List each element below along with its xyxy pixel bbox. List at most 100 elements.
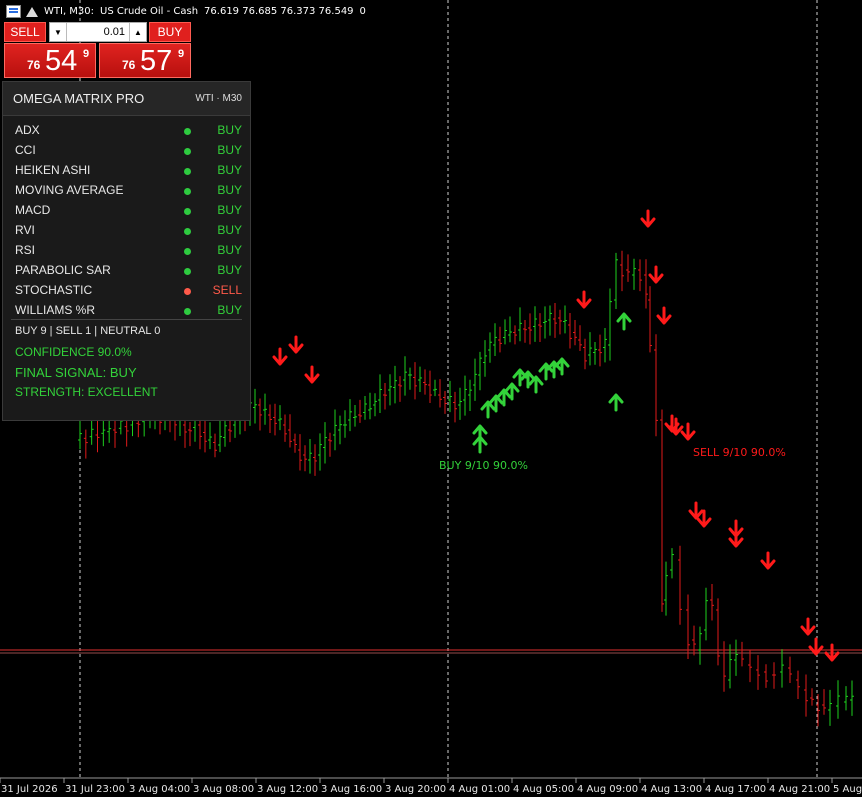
indicator-row: RVI BUY	[3, 220, 250, 240]
panel-title: OMEGA MATRIX PRO	[13, 91, 145, 106]
chart-title-bar: WTI, M30: US Crude Oil - Cash 76.619 76.…	[0, 0, 372, 22]
status-dot-icon	[184, 248, 191, 255]
buy-annotation: BUY 9/10 90.0%	[439, 459, 528, 472]
axis-tick-label: 5 Aug 0	[833, 784, 862, 795]
lot-increase-icon[interactable]: ▲	[129, 23, 146, 41]
title-symbol: WTI, M30:	[44, 5, 95, 17]
indicator-name: STOCHASTIC	[15, 283, 93, 297]
axis-tick-label: 3 Aug 20:00	[385, 784, 446, 795]
signal-arrows	[272, 209, 840, 662]
indicator-name: MACD	[15, 203, 51, 217]
vote-counts: BUY 9 | SELL 1 | NEUTRAL 0	[15, 325, 161, 337]
indicator-name: RSI	[15, 243, 36, 257]
axis-tick-label: 4 Aug 01:00	[449, 784, 510, 795]
indicator-row: MACD BUY	[3, 200, 250, 220]
buy-arrow-icon	[504, 382, 520, 401]
buy-arrow-icon	[608, 393, 624, 412]
time-axis: 31 Jul 2026 31 Jul 23:00 3 Aug 04:00 3 Aug …	[0, 777, 862, 795]
buy-arrow-icon	[528, 375, 544, 394]
axis-tick-label: 4 Aug 17:00	[705, 784, 766, 795]
axis-tick-label: 4 Aug 09:00	[577, 784, 638, 795]
indicator-name: RVI	[15, 223, 35, 237]
sell-price-main: 54	[45, 45, 78, 77]
sell-arrow-icon	[576, 290, 592, 309]
sell-arrow-icon	[680, 422, 696, 441]
chart-window-icon	[6, 4, 21, 18]
status-dot-icon	[184, 148, 191, 155]
strength-text: STRENGTH: EXCELLENT	[15, 385, 158, 399]
panel-header: OMEGA MATRIX PRO WTI · M30	[3, 82, 250, 116]
indicator-row: CCI BUY	[3, 140, 250, 160]
indicator-name: MOVING AVERAGE	[15, 183, 124, 197]
indicator-row: RSI BUY	[3, 240, 250, 260]
indicator-row: PARABOLIC SAR BUY	[3, 260, 250, 280]
indicator-row: STOCHASTIC SELL	[3, 280, 250, 300]
confidence-text: CONFIDENCE 90.0%	[15, 345, 132, 359]
buy-price-button[interactable]: 76 57 9	[99, 43, 191, 78]
axis-tick-label: 3 Aug 04:00	[129, 784, 190, 795]
sell-price-prefix: 76	[27, 58, 41, 72]
sell-button[interactable]: SELL	[4, 22, 46, 42]
lot-size-stepper[interactable]: ▼ 0.01 ▲	[49, 22, 147, 42]
axis-tick-label: 4 Aug 21:00	[769, 784, 830, 795]
axis-tick-label: 31 Jul 2026	[1, 784, 58, 795]
axis-tick-label: 3 Aug 12:00	[257, 784, 318, 795]
buy-button[interactable]: BUY	[149, 22, 191, 42]
indicator-row: ADX BUY	[3, 120, 250, 140]
lot-dropdown-icon[interactable]: ▼	[50, 23, 67, 41]
sell-arrow-icon	[288, 335, 304, 354]
indicator-row: MOVING AVERAGE BUY	[3, 180, 250, 200]
indicator-signal: BUY	[217, 223, 242, 237]
one-click-trading-panel: SELL ▼ 0.01 ▲ BUY 76 54 9 76 57 9	[4, 22, 191, 78]
status-dot-icon	[184, 128, 191, 135]
indicator-signal: BUY	[217, 303, 242, 317]
indicator-signal: BUY	[217, 123, 242, 137]
sell-arrow-icon	[688, 501, 704, 520]
panel-divider	[11, 319, 242, 320]
buy-arrow-icon	[488, 394, 504, 413]
buy-price-prefix: 76	[122, 58, 136, 72]
buy-arrow-icon	[496, 388, 512, 407]
indicator-row: WILLIAMS %R BUY	[3, 300, 250, 320]
sell-arrow-icon	[656, 306, 672, 325]
indicator-signal: BUY	[217, 203, 242, 217]
sell-price-point: 9	[83, 48, 90, 60]
axis-tick-label: 31 Jul 23:00	[65, 784, 125, 795]
indicator-name: HEIKEN ASHI	[15, 163, 91, 177]
sell-arrow-icon	[800, 617, 816, 636]
indicator-name: ADX	[15, 123, 40, 137]
title-zero: 0	[359, 5, 366, 17]
indicator-signal: BUY	[217, 143, 242, 157]
sell-arrow-icon	[808, 637, 824, 656]
lot-size-input[interactable]: 0.01	[67, 26, 129, 38]
status-dot-icon	[184, 208, 191, 215]
indicator-signal: BUY	[217, 163, 242, 177]
indicator-signal: BUY	[217, 183, 242, 197]
axis-tick-label: 4 Aug 05:00	[513, 784, 574, 795]
final-signal-text: FINAL SIGNAL: BUY	[15, 365, 137, 380]
axis-tick-label: 3 Aug 16:00	[321, 784, 382, 795]
indicator-name: WILLIAMS %R	[15, 303, 96, 317]
status-dot-icon	[184, 228, 191, 235]
indicator-name: PARABOLIC SAR	[15, 263, 111, 277]
status-dot-icon	[184, 268, 191, 275]
expert-hat-icon[interactable]	[26, 5, 38, 17]
panel-symbol: WTI · M30	[195, 93, 242, 104]
buy-price-point: 9	[178, 48, 185, 60]
axis-tick-label: 3 Aug 08:00	[193, 784, 254, 795]
sell-arrow-icon	[272, 347, 288, 366]
indicator-name: CCI	[15, 143, 36, 157]
sell-arrow-icon	[648, 265, 664, 284]
sell-arrow-icon	[304, 365, 320, 384]
indicator-signal: BUY	[217, 263, 242, 277]
buy-arrow-icon	[480, 400, 496, 419]
sell-price-button[interactable]: 76 54 9	[4, 43, 96, 78]
status-dot-icon	[184, 168, 191, 175]
indicator-row: HEIKEN ASHI BUY	[3, 160, 250, 180]
sell-arrow-icon	[760, 551, 776, 570]
buy-arrow-icon	[616, 312, 632, 331]
indicator-signal: BUY	[217, 243, 242, 257]
sell-annotation: SELL 9/10 90.0%	[693, 446, 786, 459]
sell-arrow-icon	[640, 209, 656, 228]
buy-price-main: 57	[140, 45, 173, 77]
